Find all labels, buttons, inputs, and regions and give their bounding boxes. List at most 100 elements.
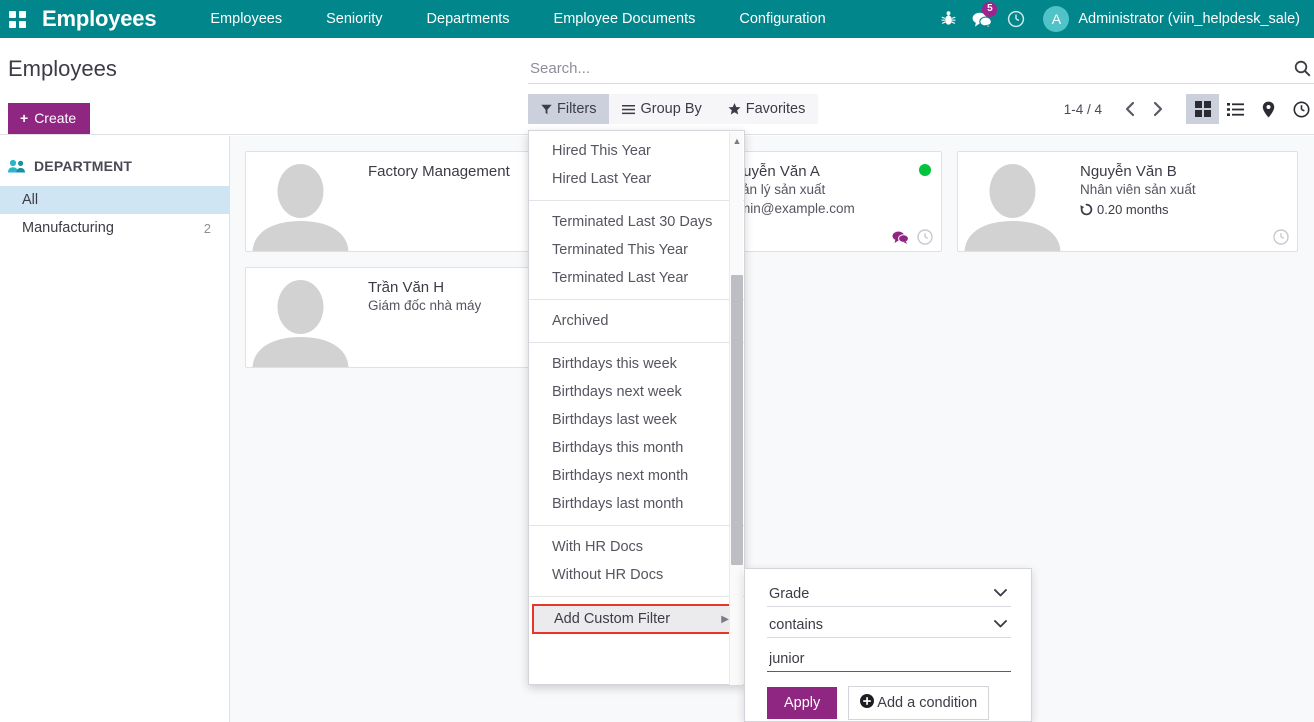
custom-filter-value-input[interactable] bbox=[767, 648, 1011, 672]
employee-tenure-label: 0.20 months bbox=[1097, 202, 1169, 217]
user-silhouette-icon bbox=[249, 163, 354, 251]
add-a-condition-label: Add a condition bbox=[877, 695, 977, 711]
status-badge[interactable] bbox=[919, 164, 931, 176]
menu-item-employees[interactable]: Employees bbox=[188, 0, 304, 38]
apply-button[interactable]: Apply bbox=[767, 687, 837, 719]
filter-item-birthdays-last-month[interactable]: Birthdays last month bbox=[529, 490, 744, 518]
dropdown-scrollbar[interactable]: ▲ bbox=[729, 132, 743, 685]
menu-divider bbox=[529, 299, 744, 300]
chat-bubbles-icon[interactable] bbox=[892, 230, 909, 244]
custom-filter-panel: Grade contains Apply Add a condition bbox=[744, 568, 1032, 722]
filter-item-terminated-this-year[interactable]: Terminated This Year bbox=[529, 236, 744, 264]
user-menu[interactable]: A Administrator (viin_helpdesk_sale) bbox=[1043, 6, 1306, 32]
chevron-right-icon bbox=[1152, 101, 1164, 117]
employee-avatar bbox=[246, 152, 356, 251]
search-input[interactable] bbox=[528, 60, 1290, 77]
sidebar-section-department: DEPARTMENT bbox=[0, 158, 229, 174]
favorites-button-label: Favorites bbox=[746, 101, 806, 117]
history-icon bbox=[1080, 203, 1093, 216]
pager-previous-button[interactable] bbox=[1116, 94, 1144, 124]
employee-avatar bbox=[246, 268, 356, 367]
view-button-kanban[interactable] bbox=[1186, 94, 1219, 124]
create-button[interactable]: + Create bbox=[8, 103, 90, 134]
add-custom-filter-item[interactable]: Add Custom Filter ▶ bbox=[532, 604, 741, 634]
pager-next-button[interactable] bbox=[1144, 94, 1172, 124]
filters-button-label: Filters bbox=[557, 101, 596, 117]
sidebar-item-manufacturing[interactable]: Manufacturing 2 bbox=[0, 214, 229, 242]
activities-button[interactable] bbox=[999, 0, 1033, 38]
employee-name: Nguyễn Văn B bbox=[1080, 163, 1287, 180]
kanban-grid-icon bbox=[1195, 101, 1211, 117]
search-area: Filters Group By Favorites 1-4 / 4 bbox=[528, 54, 1314, 124]
clock-icon[interactable] bbox=[917, 229, 933, 245]
app-brand-title[interactable]: Employees bbox=[42, 6, 156, 32]
main-menu: Employees Seniority Departments Employee… bbox=[188, 0, 847, 38]
view-button-activity[interactable] bbox=[1285, 94, 1314, 124]
kanban-card[interactable]: Nguyễn Văn B Nhân viên sản xuất 0.20 mon… bbox=[957, 151, 1298, 252]
filter-item-with-hr-docs[interactable]: With HR Docs bbox=[529, 533, 744, 561]
star-icon bbox=[728, 103, 741, 115]
search-row bbox=[528, 54, 1314, 84]
sidebar-item-label: Manufacturing bbox=[22, 220, 114, 236]
group-by-button-label: Group By bbox=[640, 101, 701, 117]
filter-item-birthdays-last-week[interactable]: Birthdays last week bbox=[529, 406, 744, 434]
menu-item-departments[interactable]: Departments bbox=[405, 0, 532, 38]
view-button-list[interactable] bbox=[1219, 94, 1252, 124]
messages-button[interactable]: 5 bbox=[965, 0, 999, 38]
sidebar-item-all[interactable]: All bbox=[0, 186, 229, 214]
sidebar-item-count: 2 bbox=[204, 221, 211, 236]
menu-item-seniority[interactable]: Seniority bbox=[304, 0, 404, 38]
filter-item-hired-last-year[interactable]: Hired Last Year bbox=[529, 165, 744, 193]
funnel-icon bbox=[541, 104, 552, 115]
filter-item-birthdays-next-week[interactable]: Birthdays next week bbox=[529, 378, 744, 406]
filter-item-archived[interactable]: Archived bbox=[529, 307, 744, 335]
menu-divider bbox=[529, 342, 744, 343]
menu-item-employee-documents[interactable]: Employee Documents bbox=[532, 0, 718, 38]
left-sidebar: DEPARTMENT All Manufacturing 2 bbox=[0, 136, 230, 722]
triangle-up-icon[interactable]: ▲ bbox=[730, 134, 744, 148]
filter-item-birthdays-next-month[interactable]: Birthdays next month bbox=[529, 462, 744, 490]
clock-icon[interactable] bbox=[1273, 229, 1289, 245]
debug-menu-button[interactable] bbox=[931, 0, 965, 38]
filter-item-birthdays-this-month[interactable]: Birthdays this month bbox=[529, 434, 744, 462]
kanban-card-footer bbox=[1273, 229, 1289, 245]
kanban-grid: Factory Management Nguyễn Văn A Quản lý … bbox=[245, 151, 1299, 368]
navbar-right-tools: 5 A Administrator (viin_helpdesk_sale) bbox=[931, 0, 1314, 38]
filter-item-terminated-last-year[interactable]: Terminated Last Year bbox=[529, 264, 744, 292]
search-dropdown-buttons: Filters Group By Favorites bbox=[528, 94, 818, 124]
group-by-dropdown-button[interactable]: Group By bbox=[609, 94, 714, 124]
menu-divider bbox=[529, 596, 744, 597]
favorites-dropdown-button[interactable]: Favorites bbox=[715, 94, 819, 124]
filter-item-hired-this-year[interactable]: Hired This Year bbox=[529, 137, 744, 165]
avatar: A bbox=[1043, 6, 1069, 32]
chevron-right-icon: ▶ bbox=[721, 614, 729, 625]
map-pin-icon bbox=[1262, 101, 1275, 118]
menu-item-configuration[interactable]: Configuration bbox=[717, 0, 847, 38]
filter-item-birthdays-this-week[interactable]: Birthdays this week bbox=[529, 350, 744, 378]
pager-range: 1-4 / 4 bbox=[1064, 102, 1102, 117]
filters-dropdown-button[interactable]: Filters bbox=[528, 94, 609, 124]
people-icon bbox=[8, 159, 26, 173]
custom-filter-operator-select[interactable]: contains bbox=[767, 614, 1011, 638]
apps-menu-button[interactable] bbox=[0, 0, 34, 38]
custom-filter-actions: Apply Add a condition bbox=[767, 686, 1011, 720]
search-icon[interactable] bbox=[1290, 57, 1314, 81]
pager-and-views: 1-4 / 4 bbox=[1064, 94, 1314, 124]
view-button-map[interactable] bbox=[1252, 94, 1285, 124]
custom-filter-field-select[interactable]: Grade bbox=[767, 583, 1011, 607]
employee-tenure: 0.20 months bbox=[1080, 202, 1287, 217]
grid-apps-icon bbox=[9, 11, 26, 28]
messages-badge: 5 bbox=[982, 2, 997, 17]
list-icon bbox=[1227, 102, 1244, 117]
employee-job-title: Nhân viên sản xuất bbox=[1080, 182, 1287, 197]
employee-job-title: Quản lý sản xuất bbox=[724, 182, 931, 197]
user-silhouette-icon bbox=[249, 279, 354, 367]
filter-item-without-hr-docs[interactable]: Without HR Docs bbox=[529, 561, 744, 589]
filter-item-terminated-last-30-days[interactable]: Terminated Last 30 Days bbox=[529, 208, 744, 236]
employee-avatar bbox=[958, 152, 1068, 251]
scrollbar-thumb[interactable] bbox=[731, 275, 743, 565]
add-a-condition-button[interactable]: Add a condition bbox=[848, 686, 989, 720]
bug-icon bbox=[941, 11, 956, 27]
custom-filter-field-wrap: Grade bbox=[767, 583, 1011, 607]
clock-icon bbox=[1007, 10, 1025, 28]
